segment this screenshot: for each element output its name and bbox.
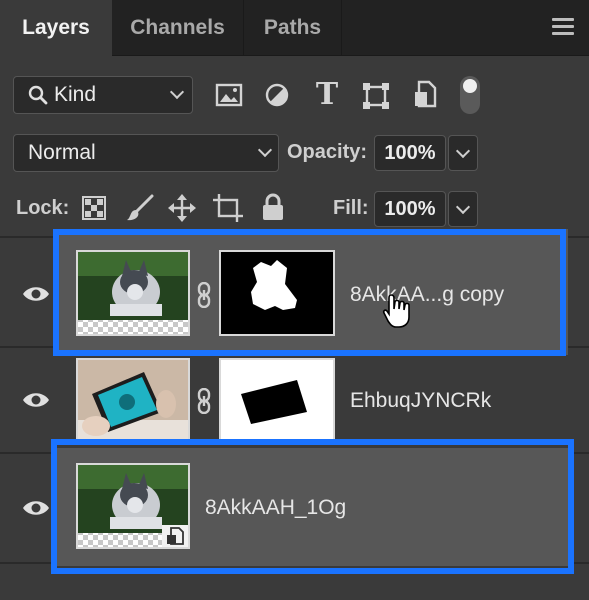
layer-name-2[interactable]: EhbuqJYNCRk	[350, 386, 491, 416]
filter-kind-label: Kind	[54, 83, 97, 106]
blend-mode-value: Normal	[28, 141, 96, 164]
tab-paths[interactable]: Paths	[244, 0, 342, 56]
smart-object-filter-icon[interactable]	[413, 80, 439, 110]
mask-shape	[241, 380, 307, 424]
lock-artboard-icon[interactable]	[213, 194, 243, 222]
eye-icon[interactable]	[22, 285, 50, 303]
filter-kind-dropdown[interactable]: Kind	[13, 76, 193, 114]
tablet-photo	[78, 360, 188, 442]
opacity-slider-button[interactable]	[448, 135, 478, 171]
shape-filter-icon[interactable]	[362, 82, 390, 110]
eye-icon[interactable]	[22, 499, 50, 517]
panel-menu-icon[interactable]	[552, 18, 574, 36]
fill-slider-button[interactable]	[448, 191, 478, 227]
tab-layers[interactable]: Layers	[0, 0, 112, 56]
chevron-down-icon	[169, 84, 185, 100]
lock-all-icon[interactable]	[261, 193, 285, 221]
panel-tab-bar: Layers Channels Paths	[0, 0, 589, 56]
lock-label: Lock:	[16, 197, 70, 219]
type-filter-icon[interactable]: T	[313, 78, 341, 112]
image-filter-icon[interactable]	[215, 82, 243, 108]
filter-toggle-switch[interactable]	[460, 76, 480, 114]
layer-thumbnail[interactable]	[76, 358, 190, 444]
adjustment-filter-icon[interactable]	[264, 82, 290, 108]
toggle-knob	[463, 79, 477, 93]
lock-transparent-pixels-icon[interactable]	[82, 196, 106, 220]
opacity-input[interactable]: 100%	[374, 135, 446, 171]
layer-mask-thumbnail[interactable]	[219, 358, 335, 444]
fill-input[interactable]: 100%	[374, 191, 446, 227]
chevron-down-icon	[455, 143, 471, 159]
highlight-box-1	[53, 229, 566, 356]
tab-channels[interactable]: Channels	[112, 0, 244, 56]
eye-icon[interactable]	[22, 391, 50, 409]
chevron-down-icon	[455, 199, 471, 215]
highlight-box-2	[51, 439, 574, 574]
search-icon	[28, 85, 48, 105]
blend-mode-dropdown[interactable]: Normal	[13, 134, 279, 172]
opacity-label: Opacity:	[287, 141, 368, 163]
lock-image-pixels-icon[interactable]	[126, 194, 154, 222]
chevron-down-icon	[257, 142, 273, 158]
fill-label: Fill:	[333, 197, 369, 219]
lock-position-icon[interactable]	[168, 194, 196, 222]
mask-link-icon[interactable]	[196, 388, 212, 414]
